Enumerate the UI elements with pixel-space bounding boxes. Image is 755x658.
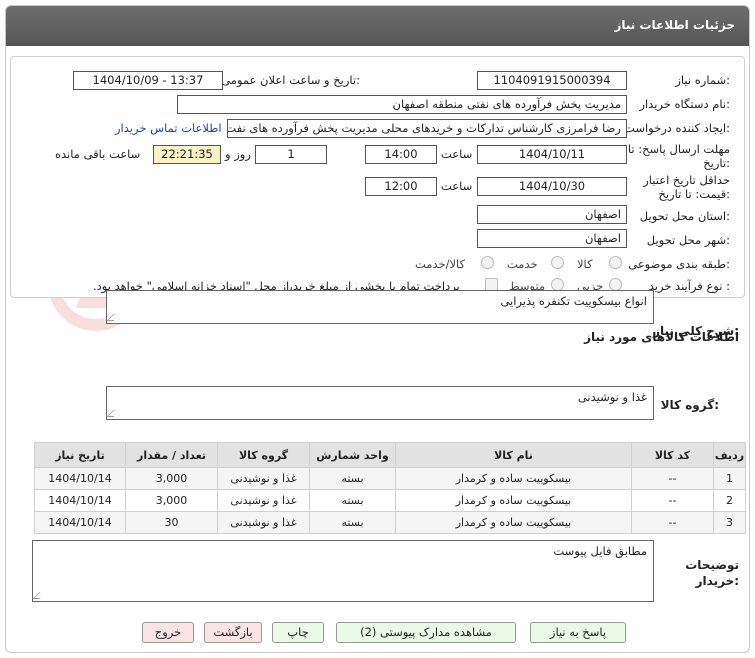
col-group: گروه کالا — [217, 442, 310, 468]
validity-time-label: ساعت — [441, 179, 473, 193]
cell-name: بیسکوییت ساده و کرمدار — [395, 489, 632, 512]
cell-qty: 3,000 — [125, 489, 218, 512]
buyer-notes-label-1: توضیحات — [685, 558, 739, 572]
province-field: اصفهان — [477, 205, 627, 224]
cell-code: -- — [631, 489, 714, 512]
cell-unit: بسته — [309, 467, 396, 490]
print-button[interactable]: چاپ — [272, 622, 324, 643]
window-title: جزئیات اطلاعات نیاز — [614, 18, 735, 32]
title-bar: جزئیات اطلاعات نیاز — [6, 6, 749, 46]
cell-date: 1404/10/14 — [34, 489, 126, 512]
city-field: اصفهان — [477, 229, 627, 248]
remaining-label: ساعت باقی مانده — [55, 147, 141, 161]
cell-code: -- — [631, 467, 714, 490]
need-number-label: شماره نیاز: — [675, 73, 730, 87]
col-row: ردیف — [713, 442, 746, 468]
category-option-goods: کالا — [577, 257, 593, 271]
validity-date-field: 1404/10/30 — [477, 177, 627, 196]
cell-group: غذا و نوشیدنی — [217, 467, 310, 490]
deadline-date-field: 1404/10/11 — [477, 145, 627, 164]
deadline-label-1: مهلت ارسال پاسخ: تا — [627, 142, 730, 156]
cell-qty: 30 — [125, 511, 218, 534]
exit-button[interactable]: خروج — [142, 622, 194, 643]
table-header-row: ردیف کد کالا نام کالا واحد شمارش گروه کا… — [34, 442, 746, 468]
table-row[interactable]: 2 -- بیسکوییت ساده و کرمدار بسته غذا و ن… — [34, 489, 746, 512]
category-radio-goods[interactable] — [609, 256, 622, 269]
cell-row: 2 — [713, 489, 746, 512]
description-textarea[interactable]: انواع بیسکوییت تکنفره پذیرایی — [106, 290, 654, 324]
col-code: کد کالا — [631, 442, 714, 468]
buyer-org-field: مدیریت پخش فرآورده های نفتی منطقه اصفهان — [177, 95, 627, 114]
buyer-notes-textarea[interactable]: مطابق فایل پیوست — [32, 540, 654, 602]
cell-row: 3 — [713, 511, 746, 534]
creator-field: رضا فرامرزی کارشناس تدارکات و خریدهای مح… — [227, 119, 627, 138]
buyer-org-label: نام دستگاه خریدار: — [639, 97, 730, 111]
need-number-field: 1104091915000394 — [477, 71, 627, 90]
resize-grip-icon[interactable] — [106, 410, 121, 417]
cell-group: غذا و نوشیدنی — [217, 511, 310, 534]
col-unit: واحد شمارش — [309, 442, 396, 468]
cell-code: -- — [631, 511, 714, 534]
deadline-time-label: ساعت — [441, 147, 473, 161]
city-label: شهر محل تحویل: — [646, 233, 730, 247]
goods-group-label: گروه کالا: — [660, 398, 719, 412]
cell-date: 1404/10/14 — [34, 511, 126, 534]
deadline-label-2: تاریخ: — [703, 156, 730, 170]
table-row[interactable]: 1 -- بیسکوییت ساده و کرمدار بسته غذا و ن… — [34, 467, 746, 490]
back-button[interactable]: بازگشت — [204, 622, 262, 643]
cell-name: بیسکوییت ساده و کرمدار — [395, 467, 632, 490]
buyer-notes-text: مطابق فایل پیوست — [553, 544, 647, 558]
category-option-both: کالا/خدمت — [415, 257, 466, 271]
resize-grip-icon[interactable] — [32, 592, 47, 599]
cell-name: بیسکوییت ساده و کرمدار — [395, 511, 632, 534]
category-label: طبقه بندی موضوعی: — [628, 257, 730, 271]
process-label: نوع فرآیند خرید : — [648, 279, 730, 293]
goods-group-text: غذا و نوشیدنی — [577, 390, 647, 404]
details-window: جزئیات اطلاعات نیاز AriaTender.net شماره… — [5, 5, 750, 653]
cell-unit: بسته — [309, 489, 396, 512]
items-table: ردیف کد کالا نام کالا واحد شمارش گروه کا… — [34, 442, 746, 534]
category-option-service: خدمت — [507, 257, 538, 271]
cell-qty: 3,000 — [125, 467, 218, 490]
days-remaining-field: 1 — [255, 145, 327, 164]
col-qty: تعداد / مقدار — [125, 442, 218, 468]
view-attachments-button[interactable]: مشاهده مدارک پیوستی (2) — [336, 622, 516, 643]
col-date: تاریخ نیاز — [34, 442, 126, 468]
contact-buyer-link[interactable]: اطلاعات تماس خریدار — [115, 121, 222, 135]
category-radio-service[interactable] — [551, 256, 564, 269]
description-text: انواع بیسکوییت تکنفره پذیرایی — [500, 294, 647, 308]
validity-label-2: قیمت: تا تاریخ: — [658, 187, 730, 201]
info-panel: شماره نیاز: 1104091915000394 تاریخ و ساع… — [10, 56, 745, 298]
province-label: استان محل تحویل: — [639, 209, 730, 223]
cell-group: غذا و نوشیدنی — [217, 489, 310, 512]
category-radio-both[interactable] — [481, 256, 494, 269]
cell-date: 1404/10/14 — [34, 467, 126, 490]
announce-field: 1404/10/09 - 13:37 — [73, 71, 223, 90]
table-row[interactable]: 3 -- بیسکوییت ساده و کرمدار بسته غذا و ن… — [34, 511, 746, 534]
days-label: روز و — [225, 147, 251, 161]
goods-section-title: اطلاعات کالاهای مورد نیاز — [584, 330, 739, 344]
deadline-time-field: 14:00 — [365, 145, 437, 164]
buyer-notes-label-2: خریدار: — [695, 574, 739, 588]
col-name: نام کالا — [395, 442, 632, 468]
resize-grip-icon[interactable] — [106, 314, 121, 321]
validity-label-1: حداقل تاریخ اعتبار — [643, 173, 730, 187]
cell-row: 1 — [713, 467, 746, 490]
validity-time-field: 12:00 — [365, 177, 437, 196]
cell-unit: بسته — [309, 511, 396, 534]
reply-button[interactable]: پاسخ به نیاز — [530, 622, 626, 643]
creator-label: ایجاد کننده درخواست: — [624, 121, 730, 135]
announce-label: تاریخ و ساعت اعلان عمومی: — [221, 73, 360, 87]
goods-group-textarea[interactable]: غذا و نوشیدنی — [106, 386, 654, 420]
remaining-time-field: 22:21:35 — [153, 145, 221, 164]
